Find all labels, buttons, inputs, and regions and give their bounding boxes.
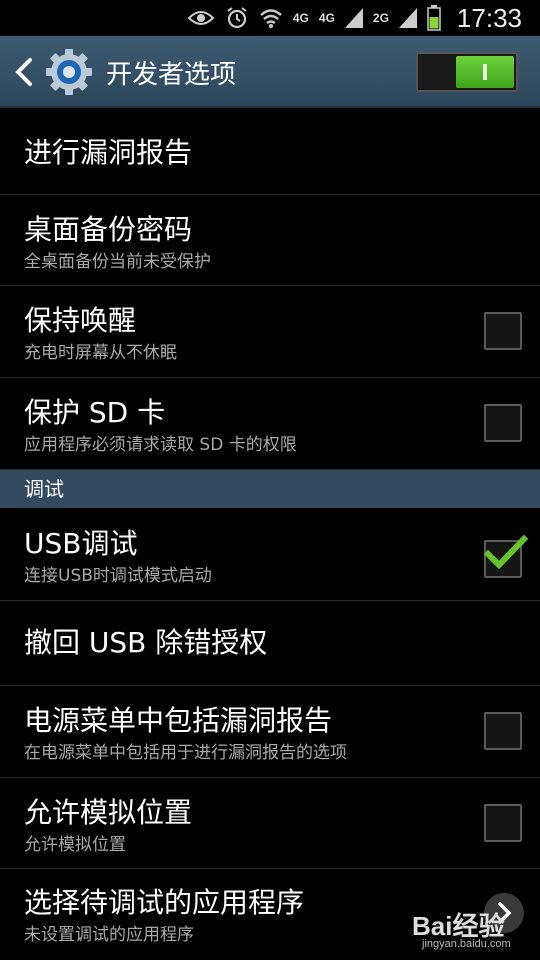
item-title: 保持唤醒 [24, 304, 137, 337]
item-subtitle: 充电时屏幕从不休眠 [24, 343, 177, 363]
power-menu-bug-report-checkbox[interactable] [484, 712, 522, 750]
item-title: 桌面备份密码 [24, 213, 193, 246]
checkmark-icon [484, 534, 528, 570]
signal-icon-2 [398, 8, 417, 28]
eye-icon [187, 11, 215, 25]
list-item-stay-awake[interactable]: 保持唤醒 充电时屏幕从不休眠 [0, 286, 540, 378]
item-title: 撤回 USB 除错授权 [24, 626, 268, 659]
stay-awake-checkbox[interactable] [484, 312, 522, 350]
usb-debugging-checkbox[interactable] [484, 534, 528, 578]
item-title: 电源菜单中包括漏洞报告 [24, 704, 333, 737]
list-item-protect-sd[interactable]: 保护 SD 卡 应用程序必须请求读取 SD 卡的权限 [0, 378, 540, 470]
section-header-debug: 调试 [0, 470, 540, 508]
item-subtitle: 允许模拟位置 [24, 835, 126, 855]
network-type-3: 2G [372, 11, 389, 25]
list-item-bug-report[interactable]: 进行漏洞报告 [0, 108, 540, 195]
status-bar: 4G 4G 2G 17:33 [0, 0, 540, 36]
list-item-mock-location[interactable]: 允许模拟位置 允许模拟位置 [0, 778, 540, 869]
item-subtitle: 连接USB时调试模式启动 [24, 566, 212, 586]
page-title: 开发者选项 [106, 60, 237, 90]
alarm-icon [227, 7, 247, 29]
baidu-watermark: Bai经验 jingyan.baidu.com [412, 906, 532, 952]
item-subtitle: 在电源菜单中包括用于进行漏洞报告的选项 [24, 743, 347, 763]
watermark-url: jingyan.baidu.com [422, 938, 511, 950]
signal-icon [344, 8, 363, 28]
network-type-1: 4G [292, 11, 309, 25]
back-icon[interactable] [10, 54, 40, 90]
switch-thumb [456, 56, 514, 88]
battery-icon [427, 5, 441, 31]
settings-gear-icon[interactable] [44, 47, 94, 97]
item-title: USB调试 [24, 527, 138, 560]
settings-list: 进行漏洞报告 桌面备份密码 全桌面备份当前未受保护 保持唤醒 充电时屏幕从不休眠… [0, 108, 540, 959]
clock: 17:33 [456, 2, 522, 33]
action-bar: 开发者选项 [0, 36, 540, 108]
list-item-usb-debugging[interactable]: USB调试 连接USB时调试模式启动 [0, 508, 540, 601]
item-subtitle: 全桌面备份当前未受保护 [24, 252, 211, 272]
item-title: 允许模拟位置 [24, 796, 193, 829]
mock-location-checkbox[interactable] [484, 804, 522, 842]
item-subtitle: 应用程序必须请求读取 SD 卡的权限 [24, 435, 297, 455]
developer-options-switch[interactable] [416, 52, 518, 92]
list-item-backup-password[interactable]: 桌面备份密码 全桌面备份当前未受保护 [0, 195, 540, 286]
list-item-power-menu-bug-report[interactable]: 电源菜单中包括漏洞报告 在电源菜单中包括用于进行漏洞报告的选项 [0, 686, 540, 778]
network-type-2: 4G [318, 11, 335, 25]
protect-sd-checkbox[interactable] [484, 404, 522, 442]
item-title: 保护 SD 卡 [24, 396, 166, 429]
wifi-icon [260, 9, 282, 28]
item-title: 进行漏洞报告 [24, 136, 193, 169]
list-item-revoke-usb[interactable]: 撤回 USB 除错授权 [0, 601, 540, 686]
